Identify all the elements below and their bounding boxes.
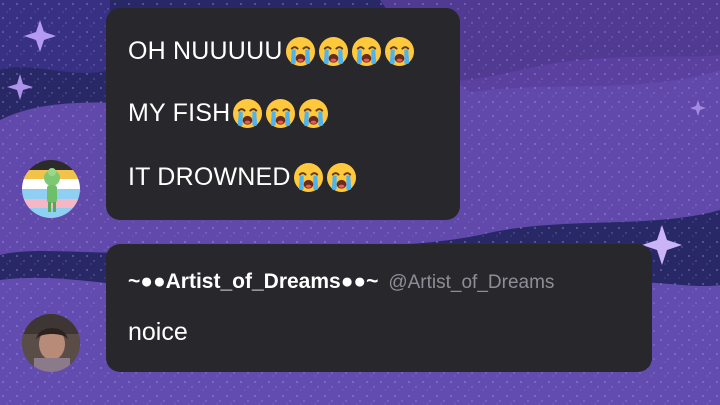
user-handle[interactable]: @Artist_of_Dreams [388, 272, 554, 294]
display-name[interactable]: ~●●Artist_of_Dreams●●~ [128, 270, 378, 294]
message-text: OH NUUUUU [128, 37, 283, 65]
message-text: IT DROWNED [128, 163, 291, 191]
loudly-crying-face-icon [318, 36, 349, 67]
flag-character-avatar-icon [22, 160, 80, 218]
emoji-group [291, 162, 357, 193]
loudly-crying-face-icon [293, 162, 324, 193]
emoji-group [230, 98, 329, 129]
loudly-crying-face-icon [326, 162, 357, 193]
loudly-crying-face-icon [351, 36, 382, 67]
loudly-crying-face-icon [384, 36, 415, 67]
loudly-crying-face-icon [232, 98, 263, 129]
loudly-crying-face-icon [285, 36, 316, 67]
user-photo-avatar-icon [22, 314, 80, 372]
message-text: MY FISH [128, 99, 231, 127]
avatar[interactable] [22, 314, 80, 372]
message-header: ~●●Artist_of_Dreams●●~ @Artist_of_Dreams [128, 270, 554, 294]
message-line: IT DROWNED [128, 162, 357, 193]
message-line: OH NUUUUU [128, 36, 415, 67]
message-line: MY FISH [128, 98, 329, 129]
message-bubble[interactable]: OH NUUUUU MY FISH IT DROWNED [106, 8, 460, 220]
message-bubble[interactable]: ~●●Artist_of_Dreams●●~ @Artist_of_Dreams… [106, 244, 652, 372]
avatar[interactable] [22, 160, 80, 218]
loudly-crying-face-icon [265, 98, 296, 129]
message-text: noice [128, 318, 188, 346]
loudly-crying-face-icon [298, 98, 329, 129]
emoji-group [283, 36, 415, 67]
